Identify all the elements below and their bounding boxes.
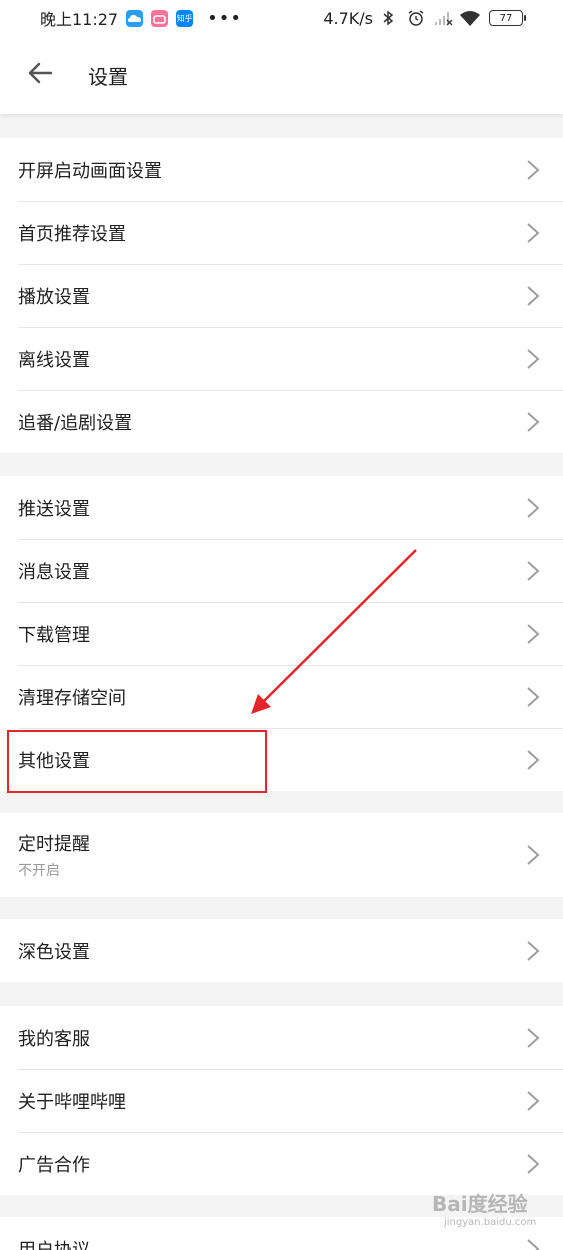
setting-push[interactable]: 推送设置 — [0, 476, 563, 539]
chevron-right-icon — [527, 1090, 540, 1111]
setting-other[interactable]: 其他设置 — [0, 728, 563, 791]
setting-label: 深色设置 — [18, 941, 90, 963]
network-speed: 4.7K/s — [323, 8, 373, 28]
setting-label: 其他设置 — [18, 750, 90, 772]
setting-home-recommend[interactable]: 首页推荐设置 — [0, 201, 563, 264]
zhihu-app-icon: 知乎 — [176, 9, 194, 27]
setting-follow-series[interactable]: 追番/追剧设置 — [0, 390, 563, 453]
chevron-right-icon — [527, 560, 540, 581]
top-app-bar: 设置 — [0, 36, 563, 114]
setting-clear-storage[interactable]: 清理存储空间 — [0, 665, 563, 728]
page-title: 设置 — [88, 64, 128, 89]
setting-label: 关于哔哩哔哩 — [18, 1091, 126, 1113]
zhihu-badge-text: 知乎 — [176, 13, 193, 23]
setting-dark-mode[interactable]: 深色设置 — [0, 919, 563, 982]
status-time: 晚上11:27 — [40, 10, 119, 29]
more-notifications: ••• — [207, 7, 242, 29]
chevron-right-icon — [527, 1153, 540, 1174]
chevron-right-icon — [527, 497, 540, 518]
cloud-app-icon — [126, 9, 144, 27]
chevron-right-icon — [527, 285, 540, 306]
setting-downloads[interactable]: 下载管理 — [0, 602, 563, 665]
setting-splash-screen[interactable]: 开屏启动画面设置 — [0, 138, 563, 201]
chevron-right-icon — [527, 623, 540, 644]
setting-about-bilibili[interactable]: 关于哔哩哔哩 — [0, 1069, 563, 1132]
chevron-right-icon — [527, 686, 540, 707]
setting-label: 播放设置 — [18, 286, 90, 308]
chevron-right-icon — [527, 1027, 540, 1048]
setting-label: 广告合作 — [18, 1154, 90, 1176]
setting-ad-cooperation[interactable]: 广告合作 — [0, 1132, 563, 1195]
settings-group-notifications: 推送设置 消息设置 下载管理 清理存储空间 其他设置 — [0, 476, 563, 791]
settings-group-timer: 定时提醒 不开启 — [0, 813, 563, 897]
chevron-right-icon — [527, 940, 540, 961]
signal-icon — [433, 9, 453, 27]
alarm-icon — [407, 9, 425, 27]
setting-label: 离线设置 — [18, 349, 90, 371]
chevron-right-icon — [527, 749, 540, 770]
setting-label: 清理存储空间 — [18, 687, 126, 709]
chevron-right-icon — [527, 159, 540, 180]
baidu-jingyan-watermark: Bai度经验 jingyan.baidu.com — [432, 1188, 557, 1242]
setting-label: 追番/追剧设置 — [18, 412, 133, 434]
status-bar: 晚上11:27 知乎 ••• 4.7K/s 77 — [0, 0, 563, 36]
bluetooth-icon — [381, 9, 399, 27]
setting-label: 下载管理 — [18, 624, 90, 646]
chevron-right-icon — [527, 845, 540, 865]
arrow-left-icon — [27, 61, 53, 89]
setting-label: 消息设置 — [18, 561, 90, 583]
setting-offline[interactable]: 离线设置 — [0, 327, 563, 390]
setting-label: 首页推荐设置 — [18, 223, 126, 245]
watermark-url: jingyan.baidu.com — [444, 1217, 537, 1228]
setting-label: 定时提醒 — [18, 834, 90, 855]
setting-messages[interactable]: 消息设置 — [0, 539, 563, 602]
setting-value: 不开启 — [18, 863, 60, 879]
setting-customer-service[interactable]: 我的客服 — [0, 1006, 563, 1069]
setting-label: 推送设置 — [18, 498, 90, 520]
back-button[interactable] — [0, 36, 80, 114]
settings-group-general: 开屏启动画面设置 首页推荐设置 播放设置 离线设置 追番/追剧设置 — [0, 138, 563, 453]
chevron-right-icon — [527, 222, 540, 243]
setting-label: 我的客服 — [18, 1028, 90, 1050]
wifi-icon — [459, 9, 481, 27]
settings-group-theme: 深色设置 — [0, 919, 563, 982]
chevron-right-icon — [527, 411, 540, 432]
chevron-right-icon — [527, 348, 540, 369]
battery-indicator: 77 — [489, 10, 526, 26]
watermark-logo: Bai度经验 — [432, 1192, 528, 1216]
setting-timer-reminder[interactable]: 定时提醒 不开启 — [0, 813, 563, 897]
bilibili-app-icon — [151, 9, 169, 27]
setting-label: 开屏启动画面设置 — [18, 160, 162, 182]
status-right: 4.7K/s 77 — [323, 8, 526, 28]
settings-group-about: 我的客服 关于哔哩哔哩 广告合作 — [0, 1006, 563, 1195]
setting-playback[interactable]: 播放设置 — [0, 264, 563, 327]
setting-label: 用户协议 — [18, 1239, 90, 1250]
